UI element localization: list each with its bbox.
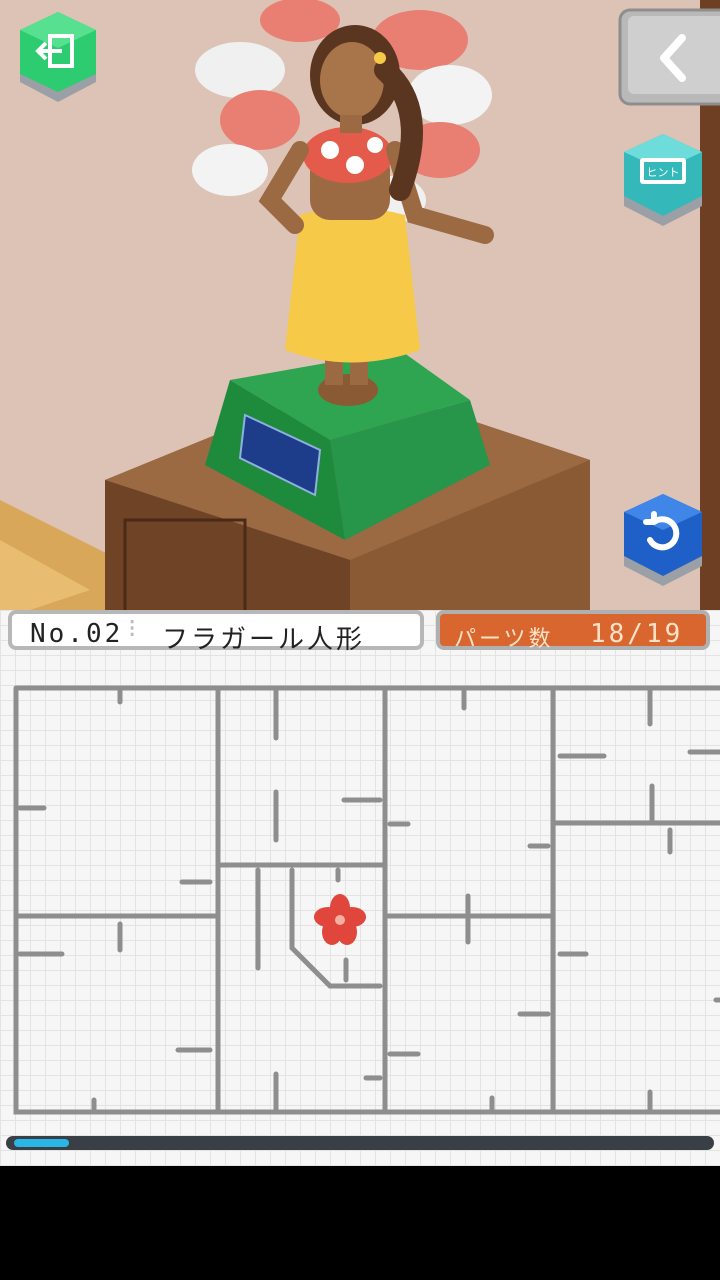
game-scene: ヒント xyxy=(0,0,720,620)
hint-icon: ヒント xyxy=(640,158,686,184)
svg-text:ヒント: ヒント xyxy=(647,166,680,179)
puzzle-board[interactable] xyxy=(0,680,720,1130)
scene-illustration xyxy=(0,0,720,620)
parts-count: 18/19 xyxy=(590,619,684,649)
bottom-bar xyxy=(0,1166,720,1280)
parts-label: パーツ数 xyxy=(454,627,554,652)
progress-fill xyxy=(14,1139,69,1147)
puzzle-walls xyxy=(13,685,720,1115)
parts-count-tab: パーツ数 18/19 xyxy=(436,610,710,652)
puzzle-panel: No.02 ⁝ フラガール人形 パーツ数 18/19 xyxy=(0,610,720,1166)
progress-bar xyxy=(6,1136,714,1150)
undo-button[interactable] xyxy=(620,494,706,588)
level-number: No.02 xyxy=(30,619,124,649)
level-title: フラガール人形 xyxy=(162,625,366,655)
hint-button[interactable]: ヒント xyxy=(620,134,706,228)
hibiscus-icon[interactable] xyxy=(314,894,366,945)
level-title-tab: No.02 ⁝ フラガール人形 xyxy=(8,610,424,655)
back-button[interactable] xyxy=(618,8,720,106)
tab-separator: ⁝ xyxy=(128,614,140,644)
exit-button[interactable] xyxy=(16,12,100,104)
